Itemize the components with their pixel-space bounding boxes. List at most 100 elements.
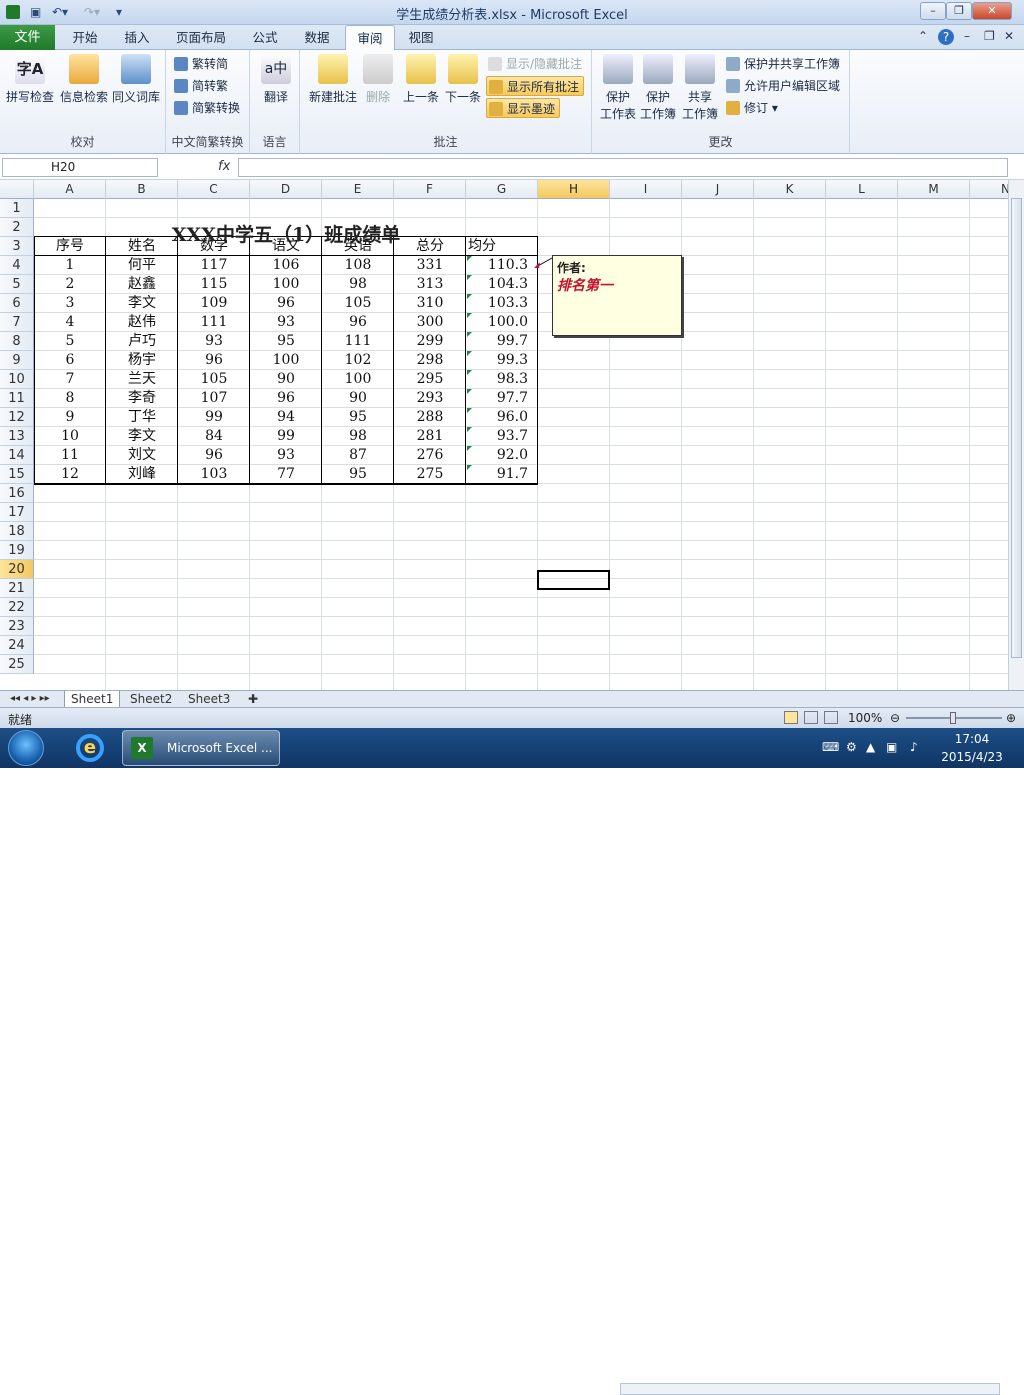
table-cell[interactable]: 3 xyxy=(34,294,106,313)
taskbar-excel-button[interactable]: X Microsoft Excel ... xyxy=(122,730,280,766)
table-cell[interactable]: 9 xyxy=(34,408,106,427)
table-cell[interactable]: 77 xyxy=(250,465,322,484)
new-comment-button[interactable]: 新建批注 xyxy=(304,54,362,105)
normal-view-icon[interactable] xyxy=(784,711,798,724)
vertical-scrollbar[interactable] xyxy=(1008,180,1024,690)
table-cell[interactable]: 98.3 xyxy=(466,370,528,389)
table-cell[interactable]: 李奇 xyxy=(106,389,178,408)
chinese-conversion-button[interactable]: 简繁转换 xyxy=(172,98,240,118)
table-cell[interactable]: 12 xyxy=(34,465,106,484)
simp-to-trad-button[interactable]: 简转繁 xyxy=(172,76,228,96)
delete-comment-button[interactable]: 删除 xyxy=(356,54,400,105)
translate-button[interactable]: a中 翻译 xyxy=(250,54,302,105)
sheet-tab-1[interactable]: Sheet1 xyxy=(64,691,121,708)
row-header-9[interactable]: 9 xyxy=(0,351,34,370)
table-cell[interactable]: 298 xyxy=(394,351,466,370)
table-cell[interactable]: 103 xyxy=(178,465,250,484)
share-workbook-button[interactable]: 共享 工作簿 xyxy=(678,54,722,122)
table-cell[interactable]: 104.3 xyxy=(466,275,528,294)
help-icon[interactable]: ? xyxy=(938,29,954,45)
column-header-D[interactable]: D xyxy=(250,180,322,199)
workbook-minimize-icon[interactable]: – xyxy=(964,29,970,43)
table-cell[interactable]: 310 xyxy=(394,294,466,313)
column-header-K[interactable]: K xyxy=(754,180,826,199)
table-cell[interactable]: 111 xyxy=(178,313,250,332)
table-cell[interactable]: 李文 xyxy=(106,294,178,313)
tab-file[interactable]: 文件 xyxy=(0,25,55,50)
table-cell[interactable]: 300 xyxy=(394,313,466,332)
protect-workbook-button[interactable]: 保护 工作簿 xyxy=(636,54,680,122)
column-header-G[interactable]: G xyxy=(466,180,538,199)
table-cell[interactable]: 108 xyxy=(322,256,394,275)
table-cell[interactable]: 2 xyxy=(34,275,106,294)
row-header-2[interactable]: 2 xyxy=(0,218,34,237)
column-header-J[interactable]: J xyxy=(682,180,754,199)
row-header-3[interactable]: 3 xyxy=(0,237,34,256)
research-button[interactable]: 信息检索 xyxy=(58,54,110,105)
insert-function-icon[interactable]: fx xyxy=(218,159,230,174)
column-header-M[interactable]: M xyxy=(898,180,970,199)
table-cell[interactable]: 卢巧 xyxy=(106,332,178,351)
table-cell[interactable]: 100 xyxy=(250,351,322,370)
table-cell[interactable]: 1 xyxy=(34,256,106,275)
workbook-restore-icon[interactable]: ❐ xyxy=(984,29,995,43)
table-cell[interactable]: 93 xyxy=(250,313,322,332)
select-all-corner[interactable] xyxy=(0,180,34,199)
protect-share-workbook-button[interactable]: 保护并共享工作簿 xyxy=(724,54,840,74)
formula-input[interactable] xyxy=(238,158,1008,177)
tab-view[interactable]: 视图 xyxy=(396,25,446,50)
table-cell[interactable]: 95 xyxy=(250,332,322,351)
table-cell[interactable]: 115 xyxy=(178,275,250,294)
row-header-1[interactable]: 1 xyxy=(0,199,34,218)
row-header-18[interactable]: 18 xyxy=(0,522,34,541)
table-cell[interactable]: 99.7 xyxy=(466,332,528,351)
table-cell[interactable]: 293 xyxy=(394,389,466,408)
table-cell[interactable]: 11 xyxy=(34,446,106,465)
protect-sheet-button[interactable]: 保护 工作表 xyxy=(596,54,640,122)
table-cell[interactable]: 105 xyxy=(178,370,250,389)
zoom-level[interactable]: 100% xyxy=(848,711,882,725)
save-icon[interactable]: ▣ xyxy=(30,3,41,21)
table-cell[interactable]: 李文 xyxy=(106,427,178,446)
table-cell[interactable]: 100.0 xyxy=(466,313,528,332)
table-cell[interactable]: 94 xyxy=(250,408,322,427)
table-cell[interactable]: 93 xyxy=(178,332,250,351)
column-header-L[interactable]: L xyxy=(826,180,898,199)
tab-formulas[interactable]: 公式 xyxy=(240,25,290,50)
column-header-C[interactable]: C xyxy=(178,180,250,199)
table-cell[interactable]: 87 xyxy=(322,446,394,465)
tray-keyboard-icon[interactable]: ⌨ xyxy=(822,740,839,754)
row-header-22[interactable]: 22 xyxy=(0,598,34,617)
tab-page-layout[interactable]: 页面布局 xyxy=(168,25,234,50)
row-header-8[interactable]: 8 xyxy=(0,332,34,351)
table-cell[interactable]: 100 xyxy=(250,275,322,294)
column-header-A[interactable]: A xyxy=(34,180,106,199)
table-cell[interactable]: 92.0 xyxy=(466,446,528,465)
undo-icon[interactable]: ↶▾ xyxy=(52,3,68,21)
show-ink-toggle[interactable]: 显示墨迹 xyxy=(486,98,560,118)
clock-date[interactable]: 2015/4/23 xyxy=(934,750,1010,764)
table-cell[interactable]: 102 xyxy=(322,351,394,370)
table-cell[interactable]: 98 xyxy=(322,275,394,294)
table-cell[interactable]: 110.3 xyxy=(466,256,528,275)
track-changes-button[interactable]: 修订 ▾ xyxy=(724,98,778,118)
row-header-11[interactable]: 11 xyxy=(0,389,34,408)
table-cell[interactable]: 99 xyxy=(178,408,250,427)
table-cell[interactable]: 97.7 xyxy=(466,389,528,408)
table-cell[interactable]: 103.3 xyxy=(466,294,528,313)
column-header-I[interactable]: I xyxy=(610,180,682,199)
comment-box[interactable]: 作者: 排名第一 xyxy=(552,255,682,336)
table-cell[interactable]: 96.0 xyxy=(466,408,528,427)
table-cell[interactable]: 赵鑫 xyxy=(106,275,178,294)
volume-icon[interactable]: ♪ xyxy=(910,740,918,754)
table-cell[interactable]: 84 xyxy=(178,427,250,446)
table-cell[interactable]: 95 xyxy=(322,465,394,484)
table-cell[interactable]: 90 xyxy=(322,389,394,408)
table-cell[interactable]: 91.7 xyxy=(466,465,528,484)
name-box[interactable]: H20 xyxy=(2,158,158,177)
table-cell[interactable]: 7 xyxy=(34,370,106,389)
row-header-12[interactable]: 12 xyxy=(0,408,34,427)
row-header-20[interactable]: 20 xyxy=(0,560,34,579)
restore-button[interactable]: ❐ xyxy=(946,2,972,20)
table-cell[interactable]: 331 xyxy=(394,256,466,275)
